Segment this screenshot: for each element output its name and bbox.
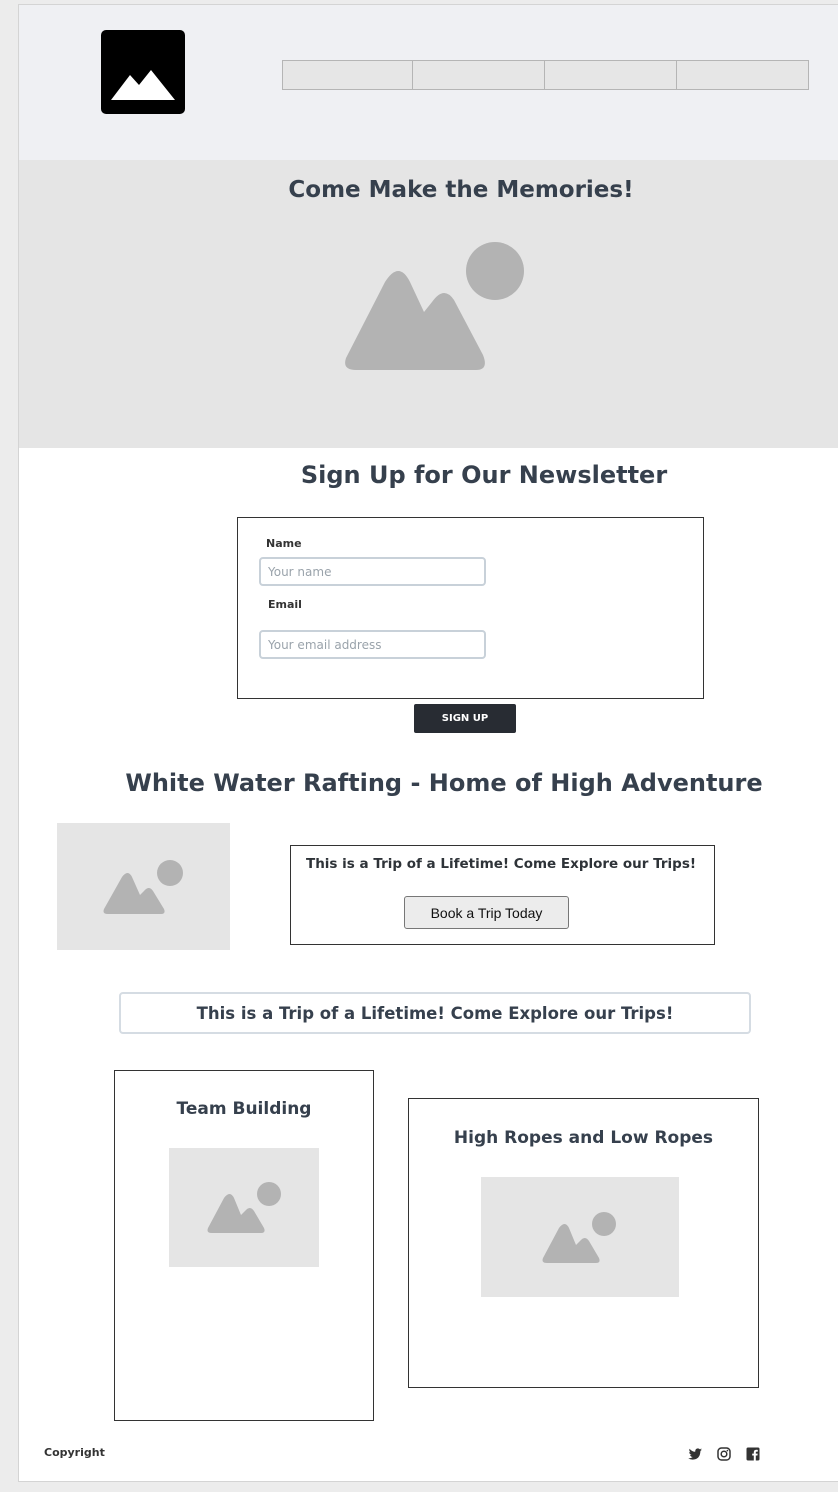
social-links (674, 1446, 761, 1462)
instagram-icon[interactable] (716, 1446, 732, 1462)
book-trip-button[interactable]: Book a Trip Today (404, 896, 569, 929)
signup-button[interactable]: SIGN UP (414, 704, 516, 733)
trip-callout: This is a Trip of a Lifetime! Come Explo… (290, 845, 715, 945)
trip-banner: This is a Trip of a Lifetime! Come Explo… (119, 992, 751, 1034)
card-image (169, 1148, 319, 1267)
image-icon (111, 70, 175, 100)
image-placeholder-icon (207, 1182, 281, 1233)
name-input[interactable] (259, 557, 486, 586)
name-label: Name (266, 537, 302, 550)
card-team-building[interactable]: Team Building (114, 1070, 374, 1421)
newsletter-title: Sign Up for Our Newsletter (300, 461, 668, 489)
image-placeholder-icon (345, 242, 524, 370)
card-title: High Ropes and Low Ropes (453, 1128, 714, 1148)
banner-text: This is a Trip of a Lifetime! Come Explo… (196, 1003, 674, 1023)
nav-item-2[interactable] (413, 60, 545, 90)
nav-bar (282, 60, 809, 90)
email-input[interactable] (259, 630, 486, 659)
nav-item-1[interactable] (282, 60, 413, 90)
header (19, 5, 838, 160)
image-placeholder-icon (103, 860, 183, 914)
card-title: Team Building (176, 1099, 312, 1119)
logo[interactable] (101, 30, 185, 114)
newsletter-form: Name Email (237, 517, 704, 699)
facebook-icon[interactable] (745, 1446, 761, 1462)
nav-item-3[interactable] (545, 60, 677, 90)
copyright-text: Copyright (44, 1446, 105, 1459)
rafting-image (57, 823, 230, 950)
card-high-ropes[interactable]: High Ropes and Low Ropes (408, 1098, 759, 1388)
page: Come Make the Memories! Sign Up for Our … (18, 4, 838, 1482)
card-image (481, 1177, 679, 1297)
hero-title: Come Make the Memories! (288, 177, 634, 203)
email-label: Email (268, 598, 302, 611)
nav-item-4[interactable] (677, 60, 809, 90)
hero: Come Make the Memories! (19, 160, 838, 448)
trip-text: This is a Trip of a Lifetime! Come Explo… (305, 856, 697, 872)
twitter-icon[interactable] (687, 1446, 703, 1462)
image-placeholder-icon (542, 1212, 616, 1263)
rafting-title: White Water Rafting - Home of High Adven… (125, 769, 763, 797)
